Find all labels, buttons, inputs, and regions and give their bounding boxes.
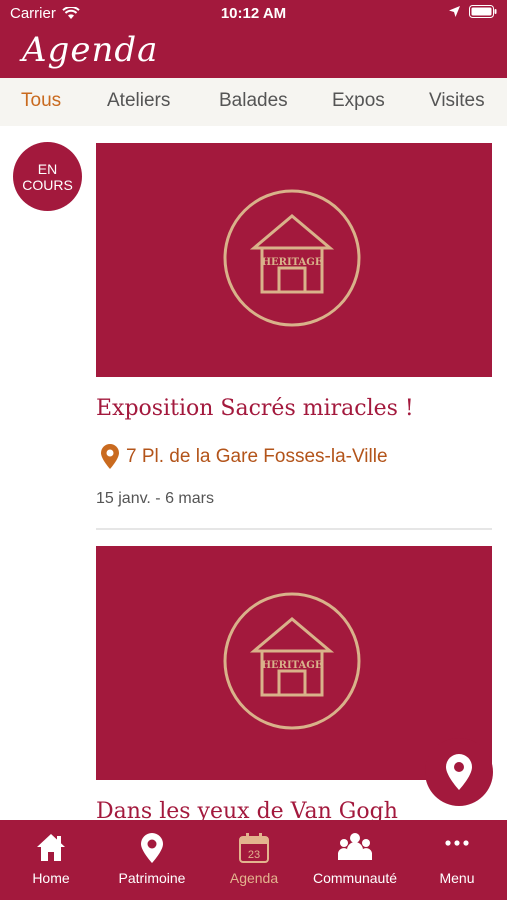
tab-expos[interactable]: Expos	[332, 90, 385, 112]
nav-home[interactable]: Home	[1, 820, 101, 900]
map-pin-icon	[141, 833, 163, 863]
card-divider	[96, 528, 492, 530]
badge-line-2: COURS	[22, 176, 73, 193]
nav-menu-label: Menu	[439, 870, 475, 886]
filter-tabs: Tous Ateliers Balades Expos Visites	[0, 78, 507, 126]
nav-patrimoine[interactable]: Patrimoine	[102, 820, 202, 900]
nav-communaute[interactable]: Communauté	[305, 820, 405, 900]
tab-ateliers[interactable]: Ateliers	[107, 90, 170, 112]
status-right	[448, 5, 497, 18]
nav-agenda[interactable]: 23 Agenda	[204, 820, 304, 900]
event-image[interactable]: HERITAGE	[96, 143, 492, 377]
location-arrow-icon	[449, 6, 460, 17]
nav-patrimoine-label: Patrimoine	[118, 870, 186, 886]
status-badge: EN COURS	[13, 142, 82, 211]
tab-visites[interactable]: Visites	[429, 90, 485, 112]
nav-home-label: Home	[32, 870, 70, 886]
event-image[interactable]: HERITAGE	[96, 546, 492, 780]
nav-communaute-label: Communauté	[312, 870, 398, 886]
map-pin-icon	[101, 444, 119, 469]
nav-agenda-label: Agenda	[229, 870, 279, 886]
heritage-logo: HERITAGE	[223, 189, 361, 327]
home-icon	[37, 834, 65, 861]
more-icon	[445, 840, 469, 846]
map-view-button[interactable]	[425, 738, 493, 806]
nav-menu[interactable]: Menu	[407, 820, 507, 900]
heritage-logo-text: HERITAGE	[262, 257, 323, 268]
calendar-icon: 23	[239, 833, 269, 863]
heritage-logo-text: HERITAGE	[262, 660, 323, 671]
battery-icon	[469, 5, 497, 18]
tab-tous[interactable]: Tous	[21, 90, 61, 112]
page-title: Agenda	[22, 30, 159, 70]
status-bar: Carrier 10:12 AM	[0, 0, 507, 28]
event-location[interactable]: 7 Pl. de la Gare Fosses-la-Ville	[100, 443, 388, 470]
event-date: 15 janv. - 6 mars	[96, 490, 214, 507]
status-time: 10:12 AM	[220, 5, 287, 22]
bottom-nav: Home Patrimoine 23 Agenda Communauté Men…	[0, 820, 507, 900]
heritage-logo: HERITAGE	[223, 592, 361, 730]
community-icon	[338, 833, 372, 860]
calendar-day: 23	[248, 849, 260, 861]
tab-balades[interactable]: Balades	[219, 90, 288, 112]
badge-line-1: EN	[37, 160, 58, 177]
event-title[interactable]: Exposition Sacrés miracles !	[96, 396, 414, 421]
app-header: Agenda	[0, 28, 507, 78]
map-pin-icon	[446, 754, 472, 790]
event-location-text: 7 Pl. de la Gare Fosses-la-Ville	[126, 445, 388, 467]
